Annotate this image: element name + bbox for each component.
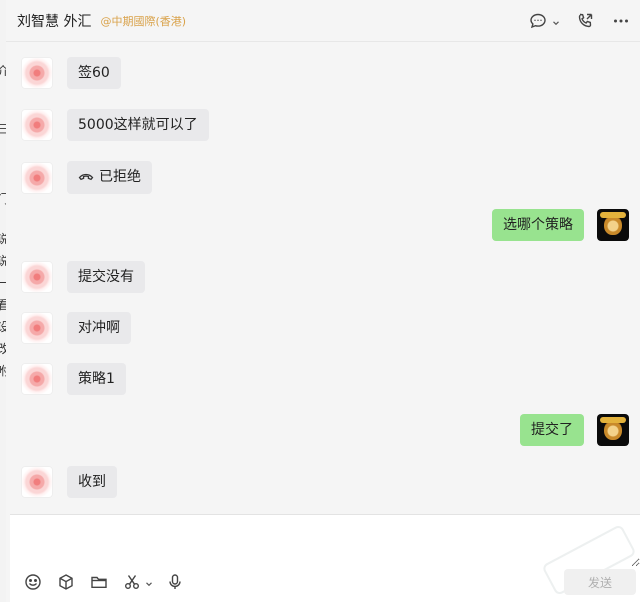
chevron-down-icon: [145, 573, 153, 592]
phone-icon[interactable]: [574, 10, 596, 32]
message-bubble[interactable]: 提交没有: [67, 261, 145, 293]
contact-avatar[interactable]: [21, 109, 53, 141]
chat-window: 刘智慧 外汇 @中期國際(香港) 签60 5000这样就可以了 已拒绝 选哪个策…: [6, 0, 640, 602]
message-row: 提交没有: [21, 261, 145, 293]
self-avatar[interactable]: [597, 209, 629, 241]
message-bubble[interactable]: 策略1: [67, 363, 126, 395]
hangup-icon: [78, 168, 94, 188]
chat-title[interactable]: 刘智慧 外汇: [17, 11, 91, 31]
message-row: 收到: [21, 466, 117, 498]
contact-avatar[interactable]: [21, 363, 53, 395]
chevron-down-icon: [552, 12, 560, 31]
message-row: 已拒绝: [21, 161, 152, 194]
message-composer: 发送: [10, 514, 640, 602]
call-declined-bubble[interactable]: 已拒绝: [67, 161, 152, 194]
send-button[interactable]: 发送: [564, 569, 636, 595]
chat-bubble-icon: [527, 10, 549, 32]
message-row: 签60: [21, 57, 121, 89]
microphone-icon[interactable]: [164, 571, 186, 593]
header-actions: [527, 0, 632, 42]
contact-avatar[interactable]: [21, 161, 53, 194]
message-bubble[interactable]: 5000这样就可以了: [67, 109, 209, 141]
message-input[interactable]: [10, 515, 640, 567]
contact-avatar[interactable]: [21, 466, 53, 498]
message-bubble[interactable]: 选哪个策略: [492, 209, 584, 241]
message-bubble[interactable]: 对冲啊: [67, 312, 131, 344]
chat-header: 刘智慧 外汇 @中期國際(香港): [6, 0, 640, 42]
message-bubble[interactable]: 收到: [67, 466, 117, 498]
message-bubble[interactable]: 提交了: [520, 414, 584, 446]
composer-toolbar: [22, 571, 186, 593]
cube-icon[interactable]: [55, 571, 77, 593]
screenshot-button[interactable]: [121, 571, 153, 593]
message-bubble[interactable]: 签60: [67, 57, 121, 89]
message-row: 策略1: [21, 363, 126, 395]
organization-label: @中期國際(香港): [100, 14, 187, 28]
self-avatar[interactable]: [597, 414, 629, 446]
contact-avatar[interactable]: [21, 261, 53, 293]
message-row: 5000这样就可以了: [21, 109, 209, 141]
folder-icon[interactable]: [88, 571, 110, 593]
call-status-text: 已拒绝: [99, 169, 141, 185]
scissors-icon: [121, 571, 143, 593]
chat-options-button[interactable]: [527, 10, 560, 32]
contact-avatar[interactable]: [21, 57, 53, 89]
message-row: 选哪个策略: [492, 209, 629, 241]
message-row: 提交了: [520, 414, 629, 446]
contact-avatar[interactable]: [21, 312, 53, 344]
message-row: 对冲啊: [21, 312, 131, 344]
emoji-icon[interactable]: [22, 571, 44, 593]
more-icon[interactable]: [610, 10, 632, 32]
message-list[interactable]: 签60 5000这样就可以了 已拒绝 选哪个策略 提交没有 对冲啊 策略1 提交…: [6, 42, 640, 514]
